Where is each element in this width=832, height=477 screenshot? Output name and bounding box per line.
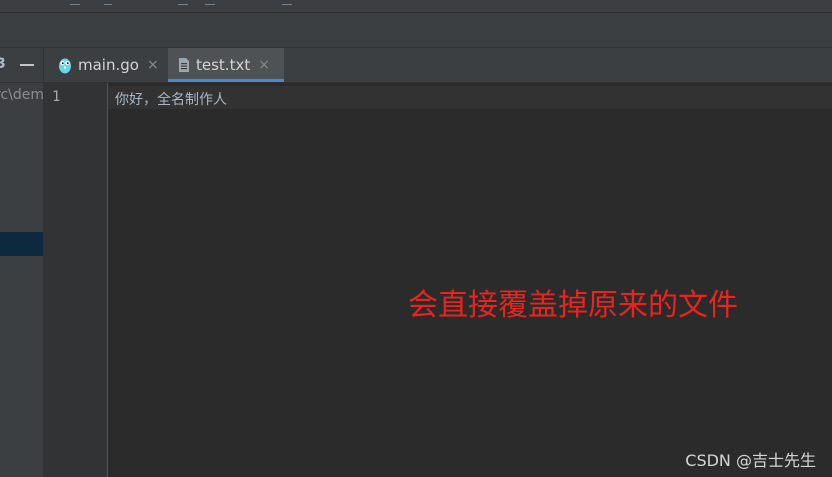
editor-area[interactable]: 你好，全名制作人 会直接覆盖掉原来的文件 CSDN @吉士先生: [108, 83, 832, 477]
tab-label: main.go: [78, 56, 139, 74]
project-tree-selected-item[interactable]: [0, 232, 43, 256]
tab-main-go[interactable]: main.go ×: [54, 48, 166, 82]
project-tree-path[interactable]: rc\dem: [0, 87, 43, 103]
menu-bar: [0, 0, 832, 13]
project-panel: 3 rc\dem: [0, 48, 44, 477]
text-file-icon: [179, 58, 189, 72]
navigation-toolbar: [0, 13, 832, 48]
menu-fragment[interactable]: [178, 0, 188, 5]
close-icon[interactable]: ×: [258, 57, 270, 73]
close-icon[interactable]: ×: [147, 57, 159, 73]
editor-line[interactable]: 你好，全名制作人: [115, 89, 227, 109]
menu-fragment[interactable]: [205, 0, 215, 5]
annotation-text: 会直接覆盖掉原来的文件: [408, 288, 738, 323]
watermark: CSDN @吉士先生: [685, 451, 816, 470]
editor-gutter: 1: [44, 83, 108, 477]
menu-fragment[interactable]: [70, 0, 80, 5]
ide-window: 3 rc\dem main.go × te: [0, 0, 832, 477]
editor-tab-bar: main.go × test.txt ×: [44, 48, 832, 83]
gear-icon[interactable]: 3: [0, 56, 6, 72]
tab-test-txt[interactable]: test.txt ×: [168, 48, 284, 82]
line-number: 1: [52, 89, 61, 105]
tab-label: test.txt: [196, 56, 251, 74]
gopher-icon: [59, 58, 71, 73]
project-panel-header: 3: [0, 48, 43, 83]
menu-fragment[interactable]: [104, 0, 112, 5]
menu-fragment[interactable]: [282, 0, 292, 5]
minimize-icon[interactable]: [20, 64, 34, 66]
